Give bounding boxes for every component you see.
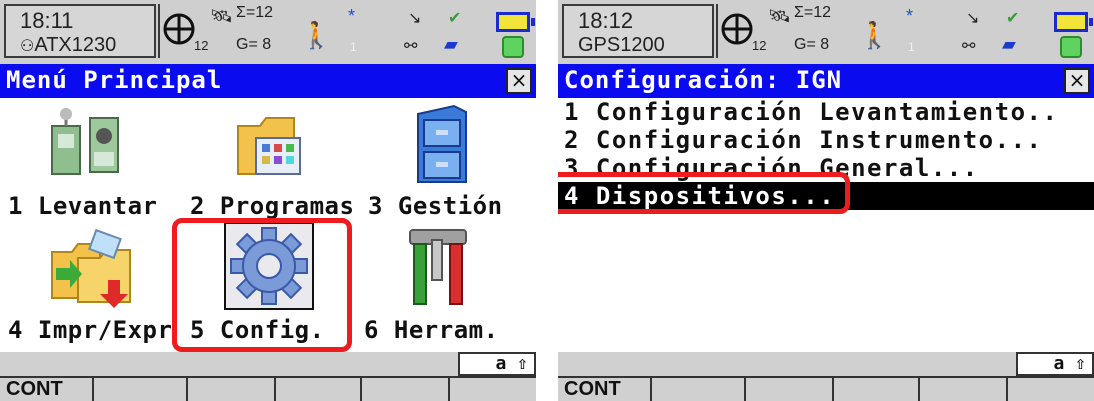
- function-key-bar: CONT: [558, 376, 1094, 401]
- tile-programas[interactable]: 2 Programas: [180, 100, 360, 220]
- position-target-icon: [163, 13, 195, 45]
- arrow-icon: ↘: [408, 10, 422, 27]
- satellite-icon: 🛰: [210, 6, 233, 26]
- fkey-cont[interactable]: CONT: [558, 378, 652, 401]
- link-icon: ⚯: [404, 38, 418, 55]
- tile-label: 1 Levantar: [8, 192, 158, 220]
- title-bar: Configuración: IGN ×: [558, 64, 1094, 98]
- tools-icon: [409, 229, 467, 305]
- time-box: 18:11 ⚇ATX1230: [4, 4, 156, 58]
- sv-sum: Σ=12: [236, 4, 274, 21]
- fkey-f6[interactable]: [1008, 378, 1094, 401]
- time-box: 18:12 GPS1200: [562, 4, 714, 58]
- check-icon: ✔: [448, 10, 462, 27]
- battery-icon: [496, 12, 535, 32]
- fkey-f5[interactable]: [920, 378, 1008, 401]
- tile-impr-expr[interactable]: 4 Impr/Expr: [0, 220, 180, 344]
- input-mode-bar: a ⇧: [0, 352, 536, 376]
- tile-gestion[interactable]: 3 Gestión: [360, 100, 536, 220]
- page-title: Configuración: IGN: [564, 66, 843, 94]
- fkey-f3[interactable]: [746, 378, 834, 401]
- survey-instruments-icon: [51, 108, 119, 175]
- device-number: 1: [350, 40, 357, 54]
- title-bar: Menú Principal ×: [0, 64, 536, 98]
- tile-levantar[interactable]: 1 Levantar: [0, 100, 180, 220]
- tile-label: 3 Gestión: [368, 192, 503, 220]
- link-icon: ⚯: [962, 38, 976, 55]
- sv-used-count: 12: [194, 38, 209, 53]
- fkey-f5[interactable]: [362, 378, 450, 401]
- gps-count: G= 8: [794, 36, 830, 53]
- fkey-cont[interactable]: CONT: [0, 378, 94, 401]
- red-highlight-box: [172, 218, 352, 352]
- menu-item-levantamiento[interactable]: 1 Configuración Levantamiento..: [558, 98, 1094, 126]
- bluetooth-icon: *: [906, 6, 914, 26]
- device-number: 1: [908, 40, 915, 54]
- rover-person-icon: 🚶: [300, 20, 333, 50]
- tile-label: 4 Impr/Expr: [8, 316, 173, 344]
- input-mode-indicator: a ⇧: [1016, 352, 1094, 376]
- main-menu-screen: 18:11 ⚇ATX1230 12 🛰 Σ=12 G= 8 🚶 * 1 ↘ ⚯ …: [0, 0, 536, 401]
- close-button[interactable]: ×: [1064, 68, 1090, 94]
- battery-icon: [1054, 12, 1093, 32]
- tile-label: 2 Programas: [190, 192, 355, 220]
- fkey-f4[interactable]: [276, 378, 362, 401]
- close-button[interactable]: ×: [506, 68, 532, 94]
- position-target-icon: [721, 13, 753, 45]
- tile-herram[interactable]: 6 Herram.: [360, 220, 536, 344]
- red-highlight-box: [558, 172, 850, 214]
- satellite-icon: 🛰: [768, 6, 791, 26]
- clock: 18:12: [578, 8, 634, 33]
- device-name: GPS1200: [578, 34, 665, 56]
- programs-folder-icon: [237, 117, 301, 175]
- page-title: Menú Principal: [6, 66, 223, 94]
- check-icon: ✔: [1006, 10, 1020, 27]
- tile-label: 6 Herram.: [364, 316, 499, 344]
- power-plug-icon: [1060, 36, 1082, 58]
- configuration-screen: 18:12 GPS1200 12 🛰 Σ=12 G= 8 🚶 * 1 ↘ ⚯ ✔…: [558, 0, 1094, 401]
- device-name: ⚇ATX1230: [20, 34, 117, 56]
- status-bar: 18:11 ⚇ATX1230 12 🛰 Σ=12 G= 8 🚶 * 1 ↘ ⚯ …: [0, 0, 536, 64]
- sv-sum: Σ=12: [794, 4, 832, 21]
- file-cabinet-icon: [417, 104, 467, 183]
- fkey-f2[interactable]: [652, 378, 746, 401]
- memory-card-icon: ▰: [444, 34, 458, 54]
- divider: [716, 4, 718, 58]
- menu-item-instrumento[interactable]: 2 Configuración Instrumento...: [558, 126, 1094, 154]
- input-mode-indicator: a ⇧: [458, 352, 536, 376]
- fkey-f4[interactable]: [834, 378, 920, 401]
- power-plug-icon: [502, 36, 524, 58]
- gps-count: G= 8: [236, 36, 272, 53]
- fkey-f6[interactable]: [450, 378, 536, 401]
- device-icon: ⚇: [20, 38, 35, 55]
- function-key-bar: CONT: [0, 376, 536, 401]
- arrow-icon: ↘: [966, 10, 980, 27]
- import-export-icon: [51, 228, 131, 308]
- clock: 18:11: [20, 8, 74, 33]
- bluetooth-icon: *: [348, 6, 356, 26]
- input-mode-bar: a ⇧: [558, 352, 1094, 376]
- rover-person-icon: 🚶: [858, 20, 891, 50]
- divider: [158, 4, 160, 58]
- memory-card-icon: ▰: [1002, 34, 1016, 54]
- status-bar: 18:12 GPS1200 12 🛰 Σ=12 G= 8 🚶 * 1 ↘ ⚯ ✔…: [558, 0, 1094, 64]
- sv-used-count: 12: [752, 38, 767, 53]
- fkey-f2[interactable]: [94, 378, 188, 401]
- fkey-f3[interactable]: [188, 378, 276, 401]
